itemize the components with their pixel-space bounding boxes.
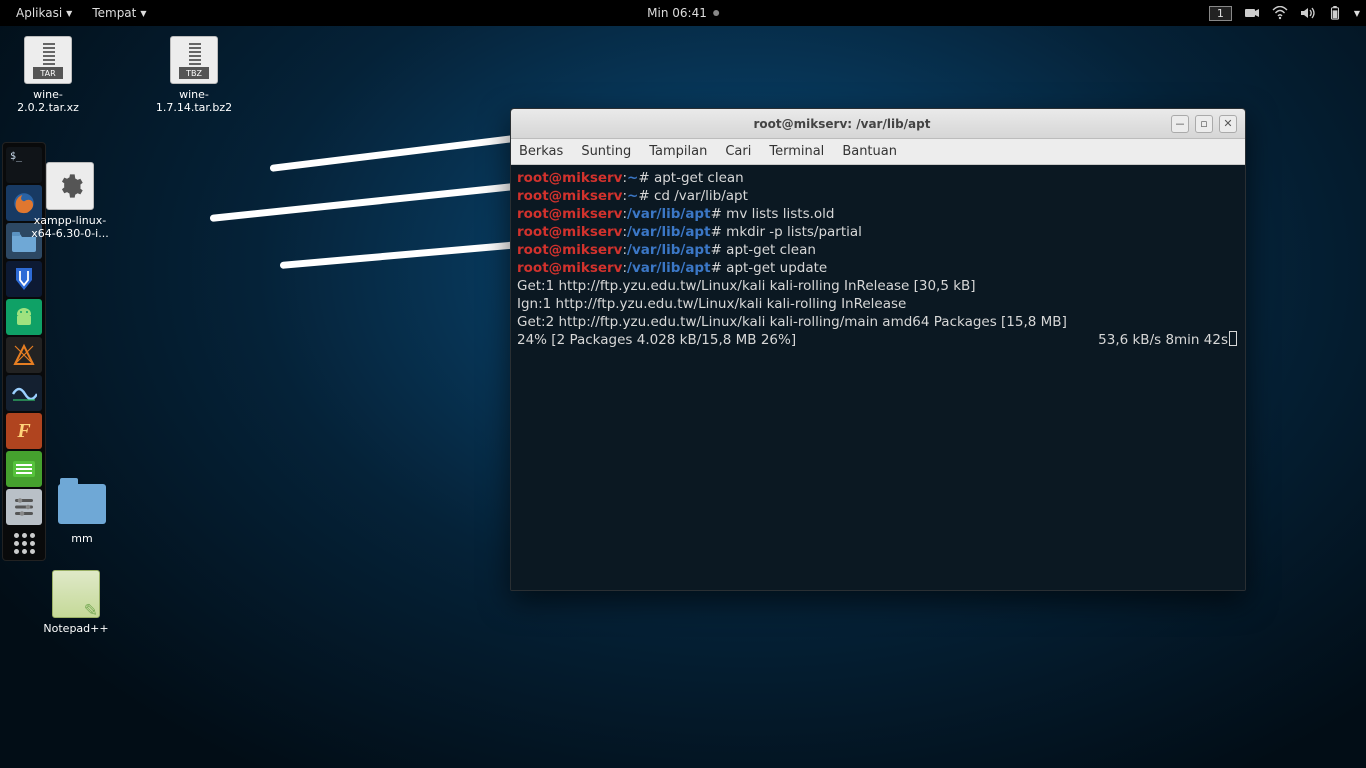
terminal-menu-berkas[interactable]: Berkas	[519, 144, 563, 159]
wallpaper-slash	[280, 240, 530, 269]
progress-right: 53,6 kB/s 8min 42s	[1098, 331, 1239, 349]
places-label: Tempat	[92, 6, 136, 20]
terminal-line: root@mikserv:/var/lib/apt# apt-get updat…	[517, 259, 1239, 277]
chevron-down-icon: ▼	[66, 9, 72, 18]
record-icon[interactable]	[1244, 7, 1260, 19]
cursor-icon	[1229, 331, 1237, 346]
dock-show-apps[interactable]	[3, 527, 45, 556]
window-minimize-button[interactable]: －	[1171, 115, 1189, 133]
archive-wine-2[interactable]: TAR wine-2.0.2.tar.xz	[8, 36, 88, 114]
terminal-output-line: Ign:1 http://ftp.yzu.edu.tw/Linux/kali k…	[517, 295, 1239, 313]
terminal-line: root@mikserv:/var/lib/apt# mv lists list…	[517, 205, 1239, 223]
dock-xampp[interactable]	[6, 451, 42, 487]
terminal-menu-bantuan[interactable]: Bantuan	[842, 144, 897, 159]
desktop-icon-label: wine-1.7.14.tar.bz2	[154, 88, 234, 114]
chevron-down-icon: ▼	[140, 9, 146, 18]
terminal-output-line: Get:2 http://ftp.yzu.edu.tw/Linux/kali k…	[517, 313, 1239, 331]
dock-tweaks[interactable]	[6, 489, 42, 525]
desktop-icon-label: xampp-linux-x64-6.30-0-i...	[30, 214, 110, 240]
gear-icon	[46, 162, 94, 210]
volume-icon[interactable]	[1300, 6, 1316, 20]
dock-faraday[interactable]: F	[6, 413, 42, 449]
battery-icon[interactable]	[1328, 6, 1342, 20]
notepadpp-icon	[52, 570, 100, 618]
terminal-line: root@mikserv:~# cd /var/lib/apt	[517, 187, 1239, 205]
window-maximize-button[interactable]: ▫	[1195, 115, 1213, 133]
notification-dot-icon	[713, 10, 719, 16]
terminal-window: root@mikserv: /var/lib/apt － ▫ ✕ Berkas S…	[510, 108, 1246, 591]
terminal-menu-tampilan[interactable]: Tampilan	[649, 144, 707, 159]
applications-menu[interactable]: Aplikasi ▼	[6, 6, 82, 20]
applications-label: Aplikasi	[16, 6, 62, 20]
terminal-body[interactable]: root@mikserv:~# apt-get cleanroot@mikser…	[511, 165, 1245, 590]
terminal-line: root@mikserv:/var/lib/apt# mkdir -p list…	[517, 223, 1239, 241]
dock-wireshark[interactable]	[6, 375, 42, 411]
archive-wine-1[interactable]: TBZ wine-1.7.14.tar.bz2	[154, 36, 234, 114]
desktop-icon-label: mm	[42, 532, 122, 545]
window-close-button[interactable]: ✕	[1219, 115, 1237, 133]
wallpaper-slash	[270, 133, 529, 172]
progress-left: 24% [2 Packages 4.028 kB/15,8 MB 26%]	[517, 331, 1098, 349]
archive-icon: TAR	[24, 36, 72, 84]
terminal-output-line: Get:1 http://ftp.yzu.edu.tw/Linux/kali k…	[517, 277, 1239, 295]
wallpaper-slash	[210, 182, 529, 222]
workspace-indicator[interactable]: 1	[1209, 6, 1232, 21]
terminal-menu-terminal[interactable]: Terminal	[769, 144, 824, 159]
terminal-menu-cari[interactable]: Cari	[725, 144, 751, 159]
terminal-line: root@mikserv:/var/lib/apt# apt-get clean	[517, 241, 1239, 259]
dock-burpsuite[interactable]	[6, 337, 42, 373]
terminal-line: root@mikserv:~# apt-get clean	[517, 169, 1239, 187]
dock-metasploit[interactable]	[6, 261, 42, 297]
notepadpp[interactable]: Notepad++	[36, 570, 116, 635]
system-menu-chevron-icon[interactable]: ▼	[1354, 9, 1360, 18]
clock-text: Min 06:41	[647, 6, 707, 20]
clock-area[interactable]: Min 06:41	[647, 6, 719, 20]
window-title: root@mikserv: /var/lib/apt	[519, 117, 1165, 131]
terminal-menu-sunting[interactable]: Sunting	[581, 144, 631, 159]
dock-android[interactable]	[6, 299, 42, 335]
top-panel: Aplikasi ▼ Tempat ▼ Min 06:41 1 ▼	[0, 0, 1366, 26]
places-menu[interactable]: Tempat ▼	[82, 6, 156, 20]
desktop-icon-label: Notepad++	[36, 622, 116, 635]
window-titlebar[interactable]: root@mikserv: /var/lib/apt － ▫ ✕	[511, 109, 1245, 139]
network-icon[interactable]	[1272, 6, 1288, 20]
xampp-installer[interactable]: xampp-linux-x64-6.30-0-i...	[30, 162, 110, 240]
folder-mm[interactable]: mm	[42, 480, 122, 545]
terminal-menubar: Berkas Sunting Tampilan Cari Terminal Bantuan	[511, 139, 1245, 165]
archive-icon: TBZ	[170, 36, 218, 84]
desktop-icon-label: wine-2.0.2.tar.xz	[8, 88, 88, 114]
folder-icon	[58, 484, 106, 524]
